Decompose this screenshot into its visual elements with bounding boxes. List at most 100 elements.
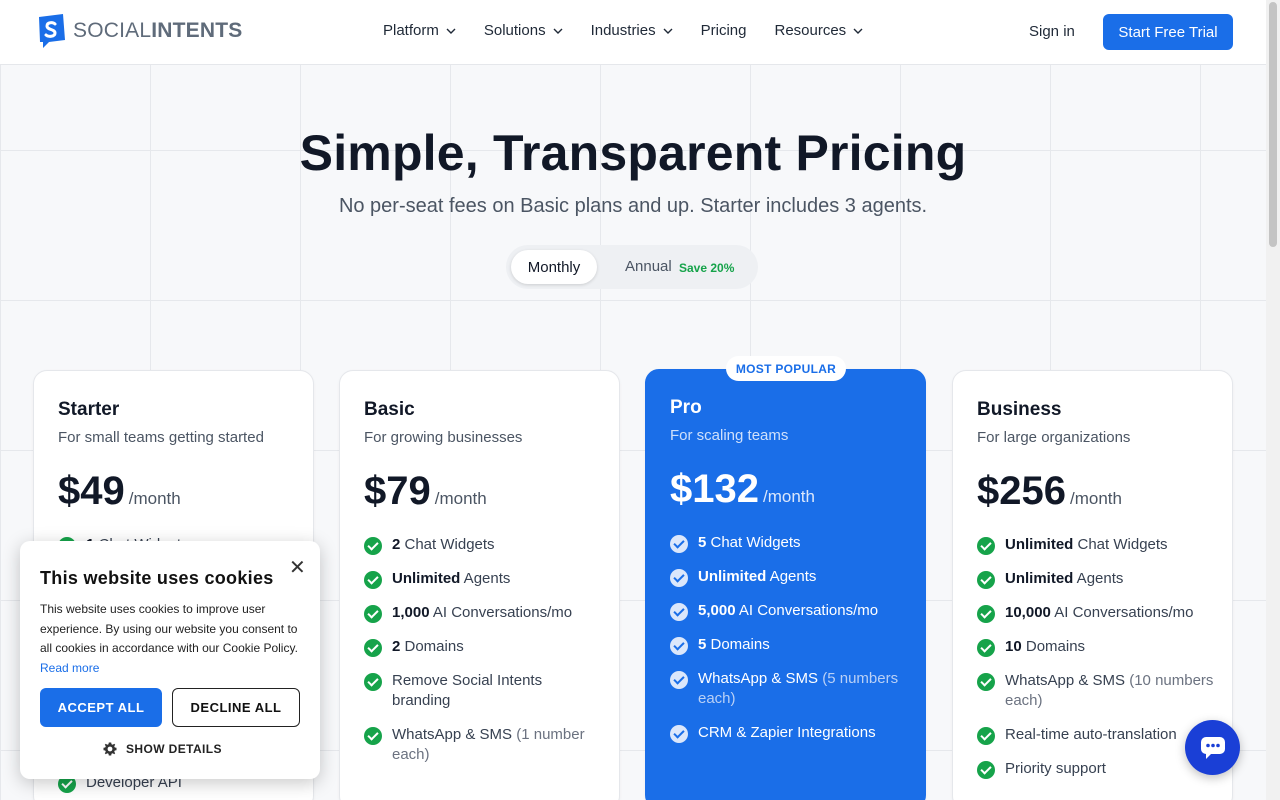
feature-text: Domains [1021,638,1086,655]
scrollbar-thumb[interactable] [1269,2,1277,247]
feature-text: AI Conversations/mo [735,602,879,619]
feature-text: AI Conversations/mo [429,604,573,621]
cookie-text: This website uses cookies to improve use… [40,600,308,678]
check-icon [364,537,382,555]
check-icon [977,673,995,691]
menu-pricing[interactable]: Pricing [701,22,747,39]
page-title: Simple, Transparent Pricing [299,125,967,181]
feature-text: Agents [766,568,817,585]
feature-text: Chat Widgets [706,534,801,551]
check-icon [364,727,382,745]
check-icon [670,725,688,743]
feature-item: WhatsApp & SMS (1 number each) [364,725,604,765]
menu-industries[interactable]: Industries [591,22,673,39]
feature-highlight: Unlimited [392,570,461,587]
feature-list: 2 Chat Widgets Unlimited Agents 1,000 AI… [364,535,604,779]
feature-highlight: 5,000 [698,602,736,619]
feature-item: Real-time auto-translation [977,725,1217,745]
billing-toggle: Monthly Annual Save 20% [506,245,758,289]
plan-price: $79/month [364,469,487,514]
sign-in-link[interactable]: Sign in [1029,23,1075,40]
check-icon [977,605,995,623]
plan-price: $256/month [977,469,1122,514]
chevron-down-icon [663,28,673,34]
menu-resources[interactable]: Resources [774,22,863,39]
check-icon [670,671,688,689]
feature-item: Remove Social Intents branding [364,671,604,711]
feature-item: WhatsApp & SMS (5 numbers each) [670,669,910,709]
feature-item: WhatsApp & SMS (10 numbers each) [977,671,1217,711]
feature-item: Unlimited Chat Widgets [977,535,1217,555]
feature-item: 1,000 AI Conversations/mo [364,603,604,623]
plan-card-pro: Pro For scaling teams $132/month 5 Chat … [645,369,926,800]
price-amount: $132 [670,467,759,511]
chat-launcher-button[interactable] [1185,720,1240,775]
menu-label: Pricing [700,22,747,39]
feature-text: Remove Social Intents branding [392,672,543,709]
feature-text: WhatsApp & SMS [392,726,517,743]
logo-icon [39,14,65,48]
feature-item: 5 Domains [670,635,910,655]
page-scrollbar[interactable] [1266,0,1280,800]
feature-text: Chat Widgets [400,536,495,553]
feature-highlight: 1,000 [392,604,430,621]
check-icon [670,569,688,587]
menu-solutions[interactable]: Solutions [484,22,563,39]
feature-item: Unlimited Agents [977,569,1217,589]
close-icon[interactable]: ✕ [289,555,306,580]
toggle-monthly[interactable]: Monthly [511,250,597,284]
feature-text: Priority support [1005,760,1106,777]
menu-label: Resources [774,22,847,39]
check-icon [977,727,995,745]
chat-icon [1200,736,1225,759]
check-icon [977,571,995,589]
feature-item: 10 Domains [977,637,1217,657]
check-icon [364,639,382,657]
menu-label: Solutions [483,22,546,39]
price-amount: $79 [364,469,431,513]
plan-description: For small teams getting started [58,429,264,446]
check-icon [670,603,688,621]
read-more-link[interactable]: Read more [40,661,99,675]
decline-all-button[interactable]: DECLINE ALL [172,688,300,727]
logo[interactable]: SOCIALINTENTS [35,14,242,48]
most-popular-badge: MOST POPULAR [726,356,846,381]
price-amount: $256 [977,469,1066,513]
feature-item: 2 Domains [364,637,604,657]
logo-suffix: INTENTS [151,19,243,42]
check-icon [364,605,382,623]
cookie-body: This website uses cookies to improve use… [40,602,298,655]
feature-text: Domains [400,638,464,655]
accept-all-button[interactable]: ACCEPT ALL [40,688,162,727]
page-subtitle: No per-seat fees on Basic plans and up. … [338,195,928,217]
show-details-button[interactable]: SHOW DETAILS [102,741,222,757]
price-period: /month [762,487,815,506]
plan-description: For scaling teams [670,427,789,444]
top-navigation: SOCIALINTENTS Platform Solutions Industr… [0,0,1266,65]
price-period: /month [434,489,487,508]
feature-text: Agents [460,570,511,587]
feature-list: Unlimited Chat Widgets Unlimited Agents … [977,535,1217,793]
start-free-trial-button[interactable]: Start Free Trial [1103,14,1233,50]
price-period: /month [1069,489,1122,508]
feature-text: WhatsApp & SMS [698,670,823,687]
plan-description: For growing businesses [364,429,523,446]
feature-text: WhatsApp & SMS [1005,672,1130,689]
menu-platform[interactable]: Platform [383,22,456,39]
plan-price: $49/month [58,469,181,514]
feature-highlight: 10,000 [1005,604,1051,621]
feature-item: 5 Chat Widgets [670,533,910,553]
price-amount: $49 [58,469,125,513]
menu-label: Industries [590,22,656,39]
check-icon [670,637,688,655]
check-icon [977,639,995,657]
feature-text: Real-time auto-translation [1005,726,1177,743]
check-icon [364,673,382,691]
toggle-annual[interactable]: Annual [625,258,672,275]
feature-list: 5 Chat Widgets Unlimited Agents 5,000 AI… [670,533,910,757]
feature-item: 5,000 AI Conversations/mo [670,601,910,621]
gear-icon [103,742,117,756]
menu-label: Platform [383,22,439,39]
check-icon [977,761,995,779]
feature-item: 2 Chat Widgets [364,535,604,555]
